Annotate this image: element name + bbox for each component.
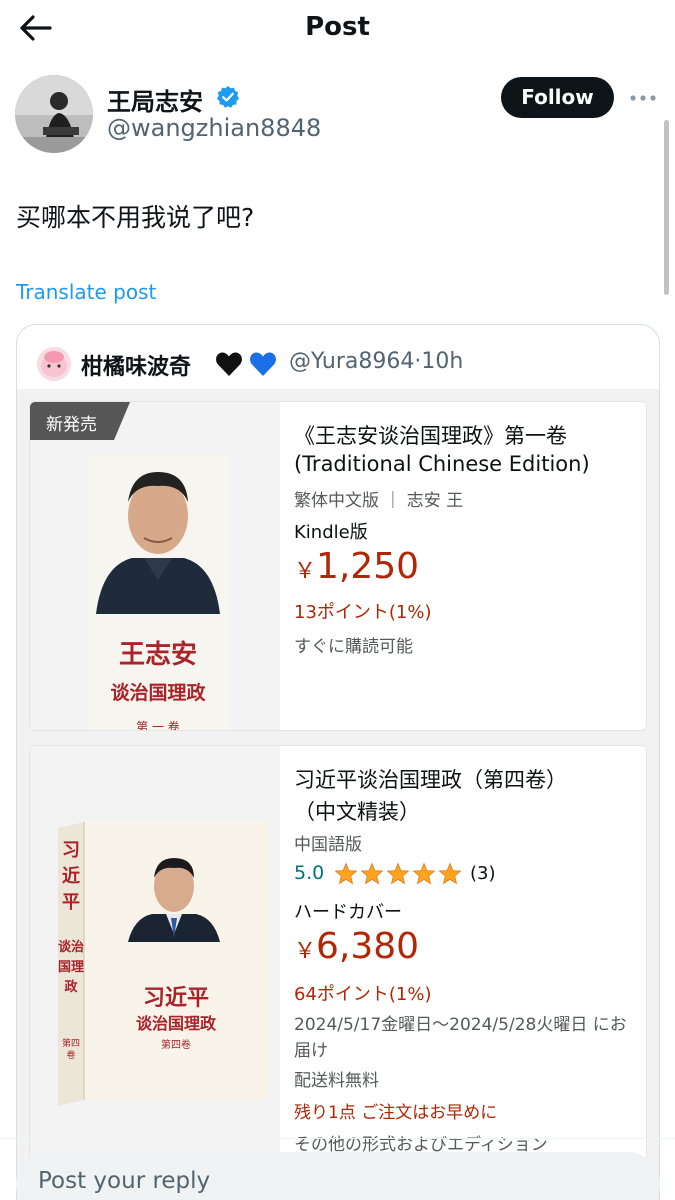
spine-volume: 第四卷 xyxy=(61,1039,80,1061)
blue-heart-icon xyxy=(249,351,277,377)
quote-author-name[interactable]: 柑橘味波奇 xyxy=(81,349,191,381)
cover-name: 习近平 xyxy=(142,985,209,1011)
product-title[interactable]: (Traditional Chinese Edition) xyxy=(294,452,590,476)
product-meta: 中国語版 xyxy=(294,835,362,855)
product-format[interactable]: ハードカバー xyxy=(294,898,402,924)
cover-volume: 第 一 卷 xyxy=(136,720,180,731)
product-price: ￥1,250 xyxy=(294,546,419,587)
post-text: 买哪本不用我说了吧? xyxy=(16,203,255,232)
spine-name: 习近平 xyxy=(62,840,80,913)
author-handle[interactable]: @wangzhian8848 xyxy=(107,114,321,142)
product-points: 64ポイント(1%) xyxy=(294,984,432,1005)
spine-subtitle: 谈治国理政 xyxy=(58,940,85,995)
delivery-date: 2024/5/17金曜日～2024/5/28火曜日 にお届け xyxy=(294,1015,627,1061)
new-release-badge: 新発売 xyxy=(30,402,130,440)
price-symbol: ￥ xyxy=(294,559,317,584)
product-availability: すぐに購読可能 xyxy=(294,637,413,657)
rating-value[interactable]: 5.0 xyxy=(294,862,324,884)
quote-image[interactable]: 王志安 谈治国理政 第 一 卷 新発売 《王志安谈治国理政》第一卷 (Tradi… xyxy=(17,389,659,1200)
top-bar: Post xyxy=(0,0,675,56)
product-cover: 王志安 谈治国理政 第 一 卷 新発売 xyxy=(30,402,280,730)
cover-subtitle: 谈治国理政 xyxy=(135,1014,216,1033)
product-card[interactable]: 王志安 谈治国理政 第 一 卷 新発売 《王志安谈治国理政》第一卷 (Tradi… xyxy=(29,401,647,731)
author-portrait xyxy=(88,454,228,614)
price-value: 1,250 xyxy=(316,546,420,587)
product-card[interactable]: 习近平 谈治国理政 第四卷 习近平 谈治国理政 第四卷 习近平谈治国理政（第四卷… xyxy=(29,745,647,1165)
product-title[interactable]: （中文精装） xyxy=(294,796,420,826)
book-illustration xyxy=(58,822,268,1106)
shipping-info: 配送料無料 xyxy=(294,1071,379,1091)
badge-text: 新発売 xyxy=(46,415,97,435)
product-format[interactable]: Kindle版 xyxy=(294,518,368,544)
follow-button[interactable]: Follow xyxy=(501,77,614,118)
quoted-post[interactable]: 柑橘味波奇 @Yura8964·10h 王志安 谈治国理政 第 一 卷 新発売 … xyxy=(16,324,660,1200)
book-cover: 王志安 谈治国理政 第 一 卷 xyxy=(88,454,228,731)
product-meta: 繁体中文版 ｜ 志安 王 xyxy=(294,491,464,511)
verified-badge-icon xyxy=(216,85,240,109)
more-options-icon[interactable] xyxy=(628,88,658,108)
product-title[interactable]: 《王志安谈治国理政》第一卷 xyxy=(294,420,567,450)
divider xyxy=(0,1138,675,1139)
scrollbar[interactable] xyxy=(664,120,669,295)
translate-post-link[interactable]: Translate post xyxy=(16,280,156,304)
price-value: 6,380 xyxy=(316,926,420,967)
quote-author-avatar[interactable] xyxy=(37,347,71,381)
reply-input[interactable]: Post your reply xyxy=(16,1152,660,1200)
cover-volume: 第四卷 xyxy=(161,1040,191,1051)
product-cover: 习近平 谈治国理政 第四卷 习近平 谈治国理政 第四卷 xyxy=(30,746,280,1164)
cover-subtitle: 谈治国理政 xyxy=(110,682,206,704)
author-avatar[interactable] xyxy=(15,75,93,153)
book-cover: 习近平 谈治国理政 第四卷 习近平 谈治国理政 第四卷 xyxy=(58,822,268,1112)
rating-count[interactable]: (3) xyxy=(470,863,496,884)
black-heart-icon xyxy=(215,351,243,377)
author-name[interactable]: 王局志安 xyxy=(107,82,203,117)
quote-handle-time[interactable]: @Yura8964·10h xyxy=(289,349,463,374)
price-symbol: ￥ xyxy=(294,939,317,964)
stock-warning: 残り1点 ご注文はお早めに xyxy=(294,1103,498,1123)
reply-placeholder: Post your reply xyxy=(38,1168,211,1194)
page-title: Post xyxy=(305,12,370,42)
cover-name: 王志安 xyxy=(118,640,197,670)
product-price: ￥6,380 xyxy=(294,926,419,967)
product-title[interactable]: 习近平谈治国理政（第四卷） xyxy=(294,764,567,794)
star-rating-icon[interactable] xyxy=(334,862,464,886)
product-points: 13ポイント(1%) xyxy=(294,602,432,623)
